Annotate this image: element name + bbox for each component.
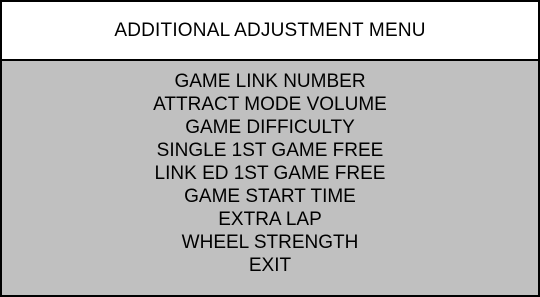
menu-title: ADDITIONAL ADJUSTMENT MENU [114,19,426,41]
menu-item-wheel-strength[interactable]: WHEEL STRENGTH [2,231,538,254]
menu-frame: ADDITIONAL ADJUSTMENT MENU GAME LINK NUM… [0,0,540,297]
menu-item-game-link-number[interactable]: GAME LINK NUMBER [2,70,538,93]
menu-header: ADDITIONAL ADJUSTMENT MENU [2,2,538,61]
menu-list: GAME LINK NUMBER ATTRACT MODE VOLUME GAM… [2,70,538,277]
menu-panel: GAME LINK NUMBER ATTRACT MODE VOLUME GAM… [2,61,538,295]
menu-item-extra-lap[interactable]: EXTRA LAP [2,208,538,231]
menu-item-game-start-time[interactable]: GAME START TIME [2,185,538,208]
menu-item-exit[interactable]: EXIT [2,254,538,277]
menu-item-game-difficulty[interactable]: GAME DIFFICULTY [2,116,538,139]
menu-item-attract-mode-volume[interactable]: ATTRACT MODE VOLUME [2,93,538,116]
menu-item-single-1st-game-free[interactable]: SINGLE 1ST GAME FREE [2,139,538,162]
menu-item-link-ed-1st-game-free[interactable]: LINK ED 1ST GAME FREE [2,162,538,185]
